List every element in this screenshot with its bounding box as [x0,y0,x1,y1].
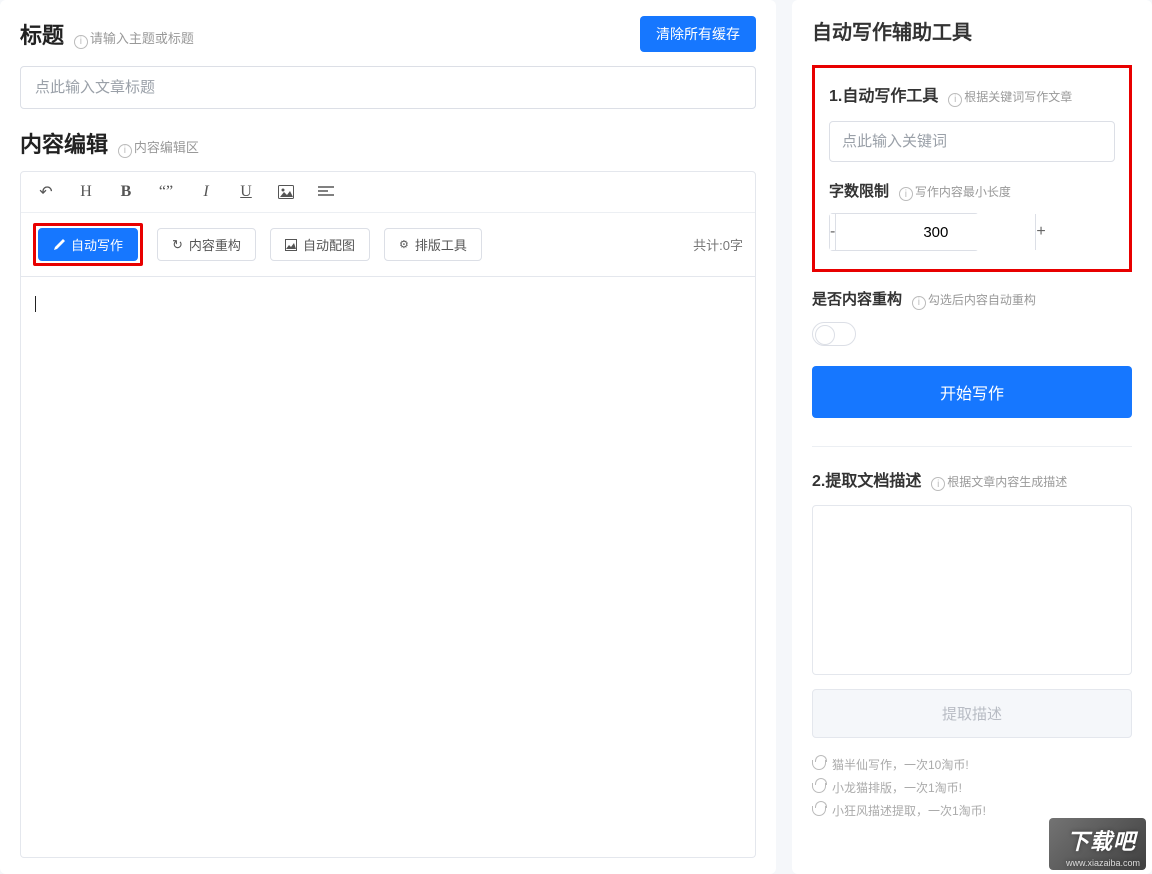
image-icon [285,239,297,251]
content-label: 内容编辑 [20,127,108,159]
word-count: 共计:0字 [693,235,743,254]
title-label: 标题 [20,18,64,50]
limit-hint: i写作内容最小长度 [899,185,1011,199]
article-title-input[interactable] [20,66,756,109]
info-icon: i [74,35,88,49]
highlight-auto-write-tool: 1.自动写作工具 i根据关键词写作文章 字数限制 i写作内容最小长度 - + [812,65,1132,272]
sec2-head: 2.提取文档描述 [812,473,921,490]
sec1-head: 1.自动写作工具 [829,88,938,105]
sec2-hint: i根据文章内容生成描述 [931,475,1067,489]
extract-description-button[interactable]: 提取描述 [812,689,1132,738]
increment-button[interactable]: + [1035,214,1045,250]
cost-line: 小狂风描述提取，一次1淘币! [832,802,986,819]
info-icon: i [948,93,962,107]
restructure-button[interactable]: ↻ 内容重构 [157,228,256,261]
content-hint: i内容编辑区 [118,140,199,155]
limit-label: 字数限制 [829,183,889,200]
clear-cache-button[interactable]: 清除所有缓存 [640,16,756,52]
image-icon[interactable] [277,185,295,199]
cost-info: 猫半仙写作，一次10淘币! 小龙猫排版，一次1淘币! 小狂风描述提取，一次1淘币… [812,756,1132,825]
description-output[interactable] [812,505,1132,675]
divider [812,446,1132,447]
assistant-panel: 自动写作辅助工具 1.自动写作工具 i根据关键词写作文章 字数限制 i写作内容最… [792,0,1152,874]
info-icon: i [899,187,913,201]
title-hint: i请输入主题或标题 [74,31,194,46]
info-icon: i [931,477,945,491]
editor-toolbar: ↶ H B “” I U 自动写作 [20,171,756,277]
layout-tool-button[interactable]: ⚙ 排版工具 [384,228,482,261]
cost-line: 猫半仙写作，一次10淘币! [832,756,969,773]
watermark: 下载吧 www.xiazaiba.com [1049,818,1146,870]
info-icon: i [118,144,132,158]
content-editor[interactable] [20,277,756,858]
auto-image-button[interactable]: 自动配图 [270,228,370,261]
auto-write-button[interactable]: 自动写作 [38,228,138,261]
editor-panel: 标题 i请输入主题或标题 清除所有缓存 内容编辑 i内容编辑区 ↶ H B “”… [0,0,776,874]
text-cursor [35,296,36,312]
restructure-hint: i勾选后内容自动重构 [912,293,1036,307]
start-writing-button[interactable]: 开始写作 [812,366,1132,418]
word-limit-stepper: - + [829,213,979,251]
underline-icon[interactable]: U [237,183,255,201]
italic-icon[interactable]: I [197,183,215,201]
undo-icon[interactable]: ↶ [37,182,55,202]
highlight-auto-write: 自动写作 [33,223,143,266]
pencil-icon [53,239,65,251]
sec1-hint: i根据关键词写作文章 [948,90,1072,104]
cost-icon [812,760,826,770]
word-limit-value[interactable] [836,214,1035,250]
refresh-icon: ↻ [172,237,183,253]
keyword-input[interactable] [829,121,1115,162]
cost-icon [812,783,826,793]
settings-icon: ⚙ [399,238,409,251]
align-icon[interactable] [317,186,335,198]
restructure-toggle[interactable] [812,322,856,346]
restructure-label: 是否内容重构 [812,291,902,308]
cost-line: 小龙猫排版，一次1淘币! [832,779,962,796]
assistant-title: 自动写作辅助工具 [812,16,1132,45]
heading-icon[interactable]: H [77,183,95,201]
quote-icon[interactable]: “” [157,183,175,201]
info-icon: i [912,296,926,310]
cost-icon [812,806,826,816]
bold-icon[interactable]: B [117,183,135,201]
